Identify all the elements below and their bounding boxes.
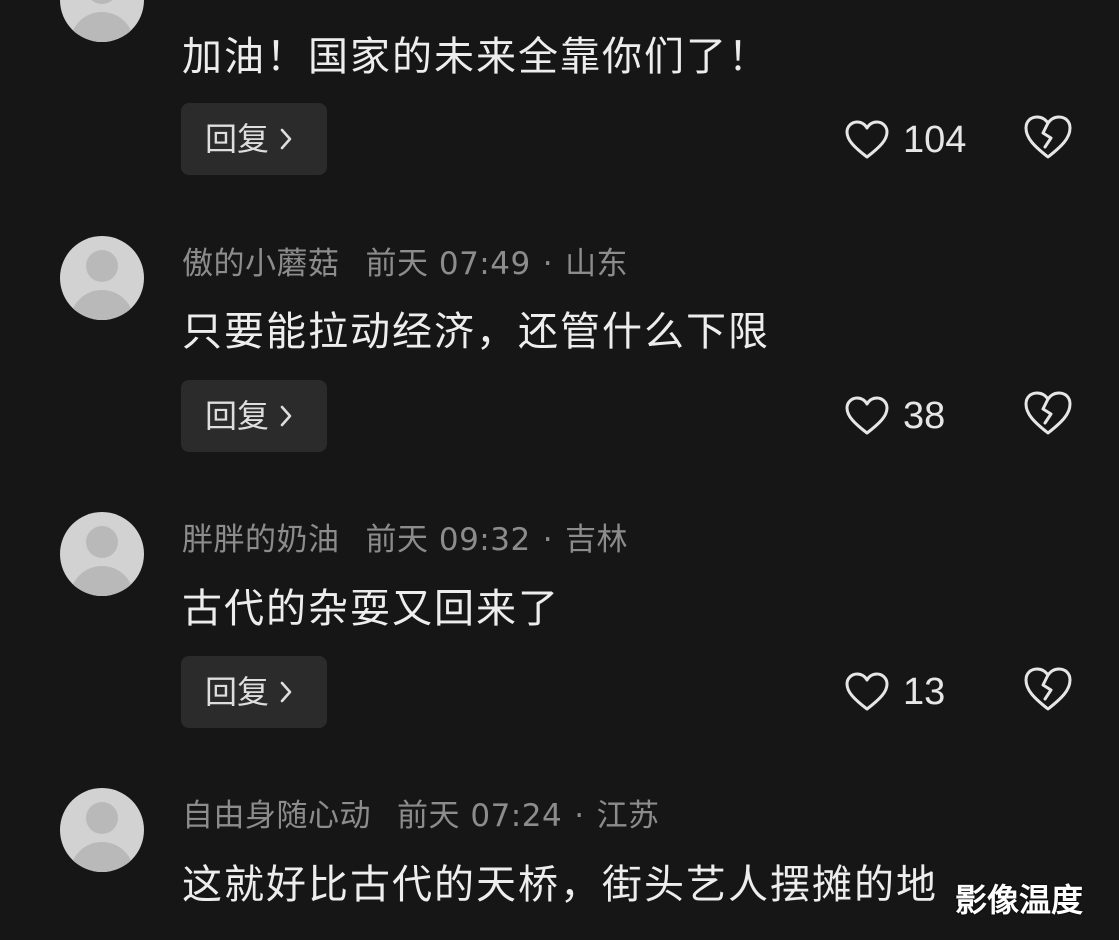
broken-heart-icon xyxy=(1024,667,1072,711)
comment-time: 前天 07:49 xyxy=(365,246,531,282)
comment-meta: 傲的小蘑菇 前天 07:49 · 山东 xyxy=(182,238,628,283)
dislike-button[interactable] xyxy=(1023,114,1073,164)
comment-meta: 胖胖的奶油 前天 09:32 · 吉林 xyxy=(182,514,628,559)
like-count: 104 xyxy=(903,118,967,161)
reply-button[interactable]: 回复 xyxy=(181,656,327,728)
comment-text: 古代的杂耍又回来了 xyxy=(182,586,560,632)
username[interactable]: 傲的小蘑菇 xyxy=(182,246,340,282)
avatar[interactable] xyxy=(60,236,144,320)
reply-label: 回复 xyxy=(205,120,270,158)
comment-text: 加油！国家的未来全靠你们了！ xyxy=(182,34,770,80)
comment-time: 前天 09:32 xyxy=(365,522,531,558)
default-avatar-icon xyxy=(86,250,118,282)
watermark: 影像温度 xyxy=(955,881,1084,919)
default-avatar-icon xyxy=(86,0,118,4)
comment-location: 吉林 xyxy=(565,522,629,558)
like-button[interactable]: 38 xyxy=(845,386,945,446)
avatar[interactable] xyxy=(60,788,144,872)
chevron-right-icon xyxy=(279,656,299,728)
dislike-button[interactable] xyxy=(1023,390,1073,440)
comment-time: 前天 07:24 xyxy=(397,798,563,834)
heart-outline-icon xyxy=(845,120,889,159)
reply-button[interactable]: 回复 xyxy=(181,380,327,452)
username[interactable]: 自由身随心动 xyxy=(182,798,371,834)
dislike-button[interactable] xyxy=(1023,666,1073,716)
like-button[interactable]: 13 xyxy=(845,662,945,722)
like-button[interactable]: 104 xyxy=(845,110,966,170)
heart-outline-icon xyxy=(845,672,889,711)
comment-meta: 自由身随心动 前天 07:24 · 江苏 xyxy=(182,790,660,835)
broken-heart-icon xyxy=(1024,115,1072,159)
default-avatar-icon xyxy=(86,526,118,558)
reply-button[interactable]: 回复 xyxy=(181,103,327,175)
chevron-right-icon xyxy=(279,103,299,175)
heart-outline-icon xyxy=(845,396,889,435)
separator-dot: · xyxy=(542,246,554,282)
like-count: 38 xyxy=(903,394,946,437)
comment-location: 江苏 xyxy=(596,798,660,834)
separator-dot: · xyxy=(574,798,585,834)
chevron-right-icon xyxy=(279,380,299,452)
comment-text: 只要能拉动经济，还管什么下限 xyxy=(182,309,770,355)
reply-label: 回复 xyxy=(205,397,270,435)
like-count: 13 xyxy=(903,670,946,713)
default-avatar-icon xyxy=(86,802,118,834)
reply-label: 回复 xyxy=(205,673,270,711)
comment-location: 山东 xyxy=(565,246,629,282)
avatar[interactable] xyxy=(60,0,144,42)
comment-text: 这就好比古代的天桥，街头艺人摆摊的地 xyxy=(182,862,938,908)
avatar[interactable] xyxy=(60,512,144,596)
broken-heart-icon xyxy=(1024,391,1072,435)
username[interactable]: 胖胖的奶油 xyxy=(182,522,340,558)
separator-dot: · xyxy=(542,522,554,558)
